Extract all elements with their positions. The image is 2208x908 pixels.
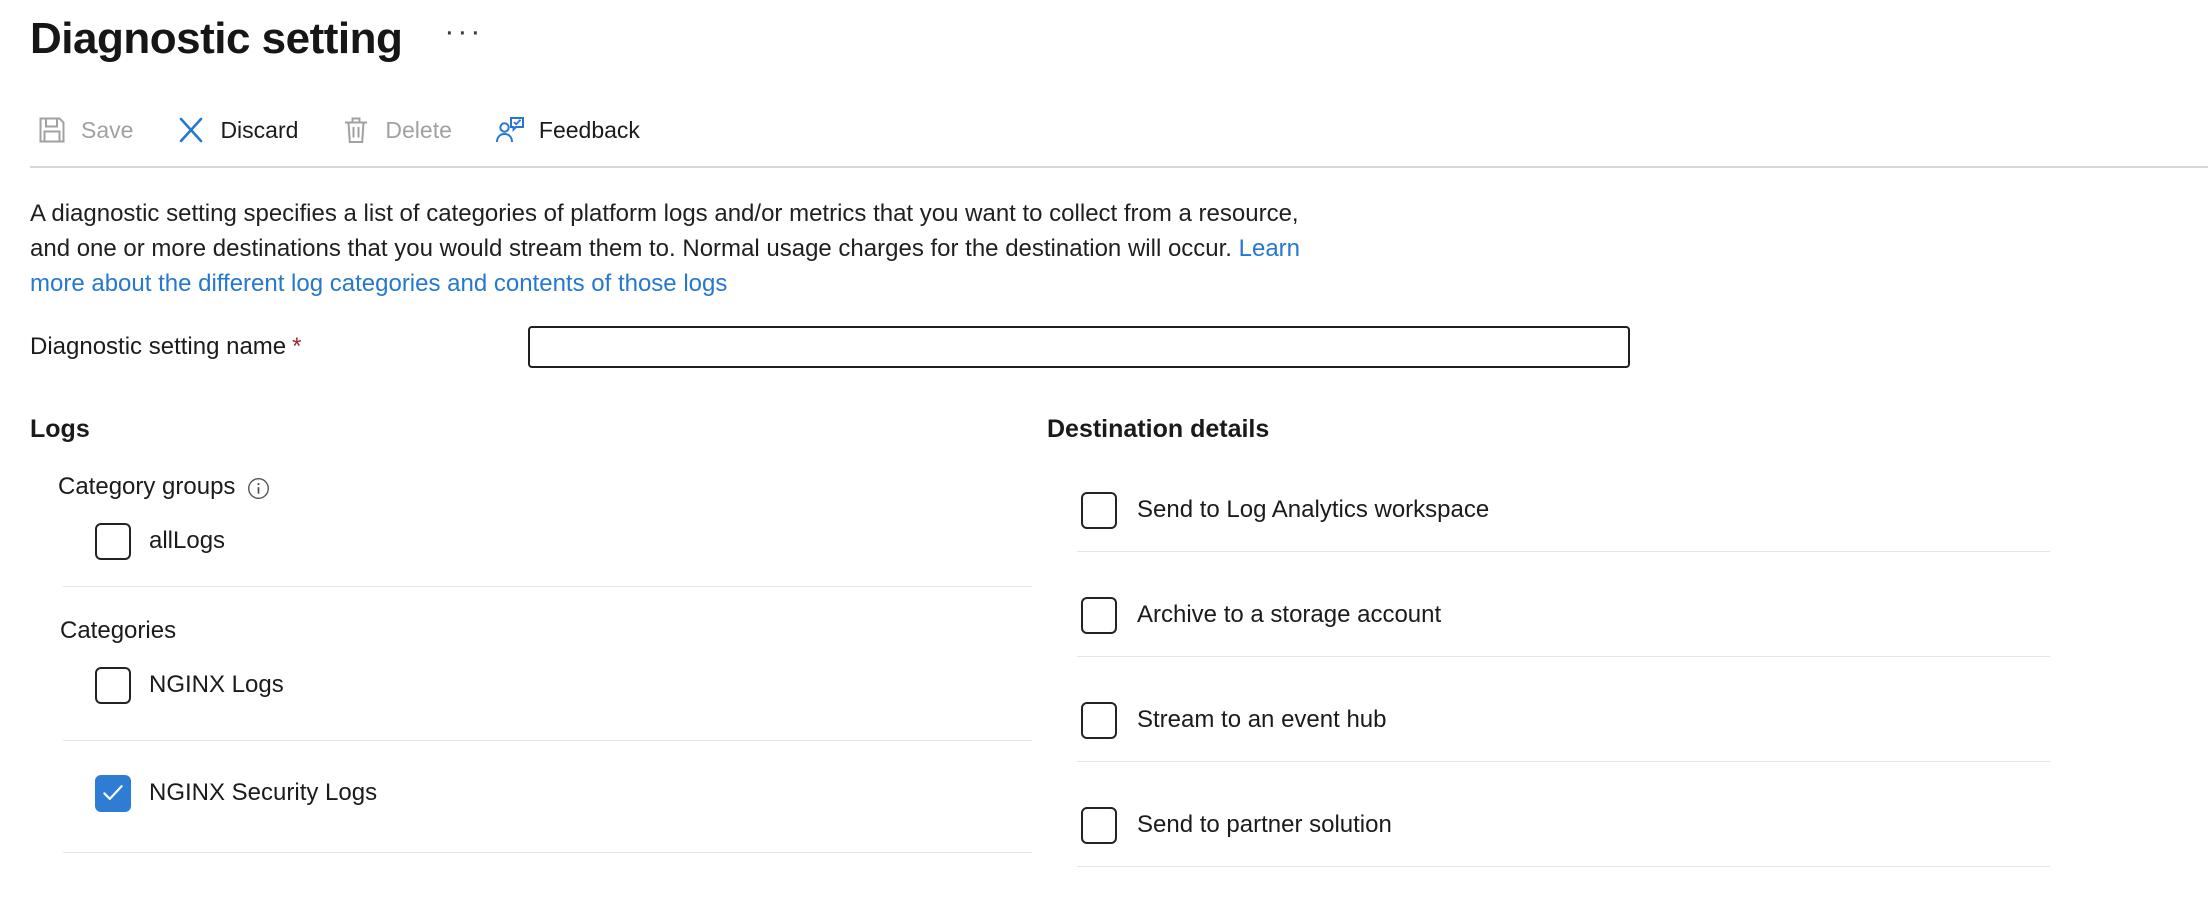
- learn-more-link[interactable]: Learn: [1239, 235, 1300, 262]
- description-line2: and one or more destinations that you wo…: [30, 231, 2208, 266]
- name-form-row: Diagnostic setting name*: [30, 325, 2208, 369]
- nginx-security-logs-label: NGINX Security Logs: [149, 779, 377, 807]
- divider: [1077, 656, 2050, 657]
- save-icon: [36, 114, 68, 146]
- checkbox-row-log-analytics[interactable]: Send to Log Analytics workspace: [1081, 491, 2050, 529]
- save-button[interactable]: Save: [30, 110, 139, 150]
- partner-solution-checkbox[interactable]: [1081, 807, 1117, 844]
- storage-account-label: Archive to a storage account: [1137, 601, 1441, 629]
- info-icon[interactable]: [247, 477, 270, 500]
- page-title: Diagnostic setting: [30, 14, 402, 64]
- divider: [63, 586, 1032, 587]
- partner-solution-label: Send to partner solution: [1137, 811, 1392, 839]
- destination-details-heading: Destination details: [1047, 415, 2050, 447]
- checkbox-row-alllogs[interactable]: allLogs: [95, 522, 1032, 560]
- event-hub-label: Stream to an event hub: [1137, 706, 1387, 734]
- divider: [1077, 551, 2050, 552]
- alllogs-checkbox[interactable]: [95, 523, 131, 560]
- ellipsis-icon: ···: [444, 15, 483, 48]
- nginx-security-logs-checkbox[interactable]: [95, 775, 131, 812]
- delete-label: Delete: [385, 117, 451, 144]
- description-line3: more about the different log categories …: [30, 266, 2208, 301]
- event-hub-checkbox[interactable]: [1081, 702, 1117, 739]
- checkbox-row-event-hub[interactable]: Stream to an event hub: [1081, 701, 2050, 739]
- checkbox-row-storage-account[interactable]: Archive to a storage account: [1081, 596, 2050, 634]
- delete-button[interactable]: Delete: [334, 110, 457, 150]
- checkbox-row-nginx-logs[interactable]: NGINX Logs: [95, 666, 1032, 704]
- divider: [1077, 761, 2050, 762]
- toolbar-divider: [30, 166, 2208, 168]
- log-analytics-label: Send to Log Analytics workspace: [1137, 496, 1489, 524]
- name-label: Diagnostic setting name*: [30, 333, 528, 361]
- divider: [63, 852, 1032, 853]
- learn-more-link-continued[interactable]: more about the different log categories …: [30, 270, 727, 297]
- save-label: Save: [81, 117, 133, 144]
- checkbox-row-nginx-security-logs[interactable]: NGINX Security Logs: [95, 774, 1032, 812]
- settings-columns: Logs Category groups allLogs Ca: [30, 415, 2208, 867]
- logs-section: Logs Category groups allLogs Ca: [30, 415, 1032, 867]
- checkbox-row-partner-solution[interactable]: Send to partner solution: [1081, 806, 2050, 844]
- feedback-button[interactable]: Feedback: [488, 110, 646, 150]
- alllogs-label: allLogs: [149, 527, 225, 555]
- nginx-logs-checkbox[interactable]: [95, 667, 131, 704]
- storage-account-checkbox[interactable]: [1081, 597, 1117, 634]
- required-asterisk: *: [292, 333, 301, 360]
- page-header: Diagnostic setting ···: [30, 14, 2208, 64]
- divider: [63, 740, 1032, 741]
- trash-icon: [340, 114, 372, 146]
- diagnostic-setting-page: Diagnostic setting ··· Save Discard: [0, 0, 2208, 867]
- categories-label: Categories: [60, 617, 1032, 645]
- discard-label: Discard: [220, 117, 298, 144]
- destination-details-section: Destination details Send to Log Analytic…: [1047, 415, 2208, 867]
- log-analytics-checkbox[interactable]: [1081, 492, 1117, 529]
- logs-heading: Logs: [30, 415, 1032, 447]
- category-groups-label: Category groups: [58, 473, 1032, 501]
- command-bar: Save Discard Delete: [30, 108, 2208, 152]
- description-line1: A diagnostic setting specifies a list of…: [30, 196, 2208, 231]
- diagnostic-setting-name-input[interactable]: [528, 326, 1630, 368]
- discard-x-icon: [175, 114, 207, 146]
- nginx-logs-label: NGINX Logs: [149, 671, 284, 699]
- description-text: A diagnostic setting specifies a list of…: [30, 196, 2208, 301]
- discard-button[interactable]: Discard: [169, 110, 304, 150]
- feedback-label: Feedback: [539, 117, 640, 144]
- feedback-person-icon: [494, 114, 526, 146]
- divider: [1077, 866, 2050, 867]
- more-options-button[interactable]: ···: [444, 17, 483, 47]
